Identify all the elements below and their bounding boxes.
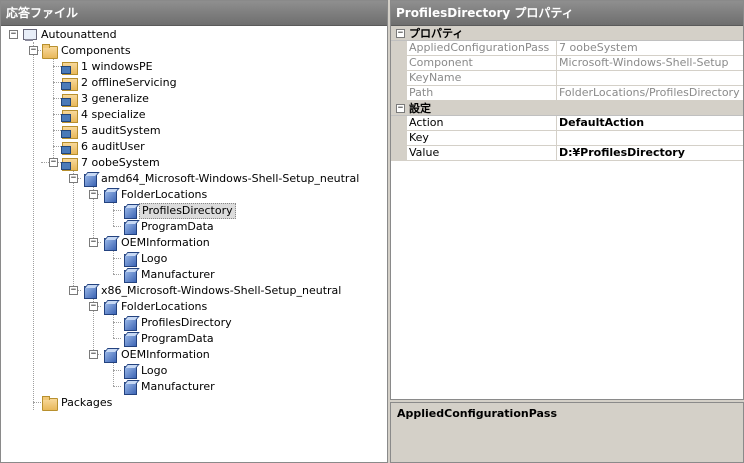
component-icon (101, 299, 117, 315)
tree-node-autounattend[interactable]: Autounattend (21, 27, 119, 43)
component-icon (101, 235, 117, 251)
component-icon (81, 171, 97, 187)
folder-icon (41, 43, 58, 59)
component-icon (121, 363, 137, 379)
config-pass-icon (61, 91, 78, 107)
tree-node-pass-offlineservicing[interactable]: 2 offlineServicing (61, 75, 179, 91)
tree-node-x86-folderlocations[interactable]: FolderLocations (101, 299, 209, 315)
tree-node-amd64-manufacturer[interactable]: Manufacturer (121, 267, 217, 283)
tree-node-pass-auditsystem[interactable]: 5 auditSystem (61, 123, 163, 139)
config-pass-icon (61, 123, 78, 139)
config-pass-icon (61, 107, 78, 123)
collapse-icon[interactable]: − (396, 28, 405, 38)
tree-node-amd64-folderlocations[interactable]: FolderLocations (101, 187, 209, 203)
tree-node-amd64-shell-setup[interactable]: amd64_Microsoft-Windows-Shell-Setup_neut… (81, 171, 361, 187)
component-icon (101, 187, 117, 203)
answer-file-title: 応答ファイル (1, 1, 387, 26)
component-icon (121, 219, 137, 235)
tree-node-pass-oobesystem[interactable]: 7 oobeSystem (61, 155, 162, 171)
tree-node-pass-generalize[interactable]: 3 generalize (61, 91, 151, 107)
description-pane: AppliedConfigurationPass (390, 402, 744, 463)
property-row-action[interactable]: Action DefaultAction (391, 116, 743, 131)
expander-components[interactable]: − (29, 46, 38, 55)
component-icon (121, 267, 137, 283)
tree-node-amd64-profilesdirectory[interactable]: ProfilesDirectory (121, 203, 236, 219)
tree-node-amd64-logo[interactable]: Logo (121, 251, 169, 267)
answer-file-tree[interactable]: − − − − − − − − − Autounattend Component… (1, 26, 387, 462)
config-pass-icon (61, 59, 78, 75)
category-properties[interactable]: − プロパティ (391, 26, 743, 41)
tree-node-x86-shell-setup[interactable]: x86_Microsoft-Windows-Shell-Setup_neutra… (81, 283, 343, 299)
config-pass-icon (61, 139, 78, 155)
action-value-field[interactable]: DefaultAction (557, 116, 743, 131)
tree-node-pass-windowspe[interactable]: 1 windowsPE (61, 59, 155, 75)
tree-node-x86-logo[interactable]: Logo (121, 363, 169, 379)
expander-x86[interactable]: − (69, 286, 78, 295)
property-row-path[interactable]: Path FolderLocations/ProfilesDirectory (391, 86, 743, 101)
property-row-value[interactable]: Value D:¥ProfilesDirectory (391, 146, 743, 161)
tree-node-x86-manufacturer[interactable]: Manufacturer (121, 379, 217, 395)
component-icon (121, 331, 137, 347)
expander-x86-folderlocations[interactable]: − (89, 302, 98, 311)
expander-amd64-folderlocations[interactable]: − (89, 190, 98, 199)
tree-node-x86-profilesdirectory[interactable]: ProfilesDirectory (121, 315, 234, 331)
properties-title: ProfilesDirectory プロパティ (391, 1, 743, 26)
tree-node-amd64-programdata[interactable]: ProgramData (121, 219, 216, 235)
collapse-icon[interactable]: − (396, 103, 405, 113)
answer-file-pane: 応答ファイル − − − − − − − − − Autounattend Co… (0, 0, 388, 463)
property-grid[interactable]: − プロパティ AppliedConfigurationPass 7 oobeS… (391, 26, 743, 161)
property-row-keyname[interactable]: KeyName (391, 71, 743, 86)
expander-amd64-oeminformation[interactable]: − (89, 238, 98, 247)
properties-pane: ProfilesDirectory プロパティ − プロパティ AppliedC… (390, 0, 744, 400)
property-row-component[interactable]: Component Microsoft-Windows-Shell-Setup (391, 56, 743, 71)
component-icon (121, 203, 137, 219)
property-row-key[interactable]: Key (391, 131, 743, 146)
expander-x86-oeminformation[interactable]: − (89, 350, 98, 359)
property-row-appliedconfigurationpass[interactable]: AppliedConfigurationPass 7 oobeSystem (391, 41, 743, 56)
tree-node-x86-oeminformation[interactable]: OEMInformation (101, 347, 212, 363)
expander-oobesystem[interactable]: − (49, 158, 58, 167)
tree-node-amd64-oeminformation[interactable]: OEMInformation (101, 235, 212, 251)
expander-amd64[interactable]: − (69, 174, 78, 183)
tree-node-components[interactable]: Components (41, 43, 133, 59)
description-title: AppliedConfigurationPass (397, 407, 558, 420)
category-settings[interactable]: − 設定 (391, 101, 743, 116)
tree-node-x86-programdata[interactable]: ProgramData (121, 331, 216, 347)
tree-node-pass-audituser[interactable]: 6 auditUser (61, 139, 147, 155)
config-pass-icon (61, 155, 78, 171)
component-icon (101, 347, 117, 363)
component-icon (121, 379, 137, 395)
tree-node-pass-specialize[interactable]: 4 specialize (61, 107, 147, 123)
key-value-field[interactable] (557, 131, 743, 146)
value-field[interactable]: D:¥ProfilesDirectory (557, 146, 743, 161)
component-icon (121, 315, 137, 331)
folder-icon (41, 395, 58, 411)
answer-file-icon (21, 27, 37, 43)
expander-root[interactable]: − (9, 30, 18, 39)
component-icon (81, 283, 97, 299)
config-pass-icon (61, 75, 78, 91)
tree-node-packages[interactable]: Packages (41, 395, 114, 411)
component-icon (121, 251, 137, 267)
